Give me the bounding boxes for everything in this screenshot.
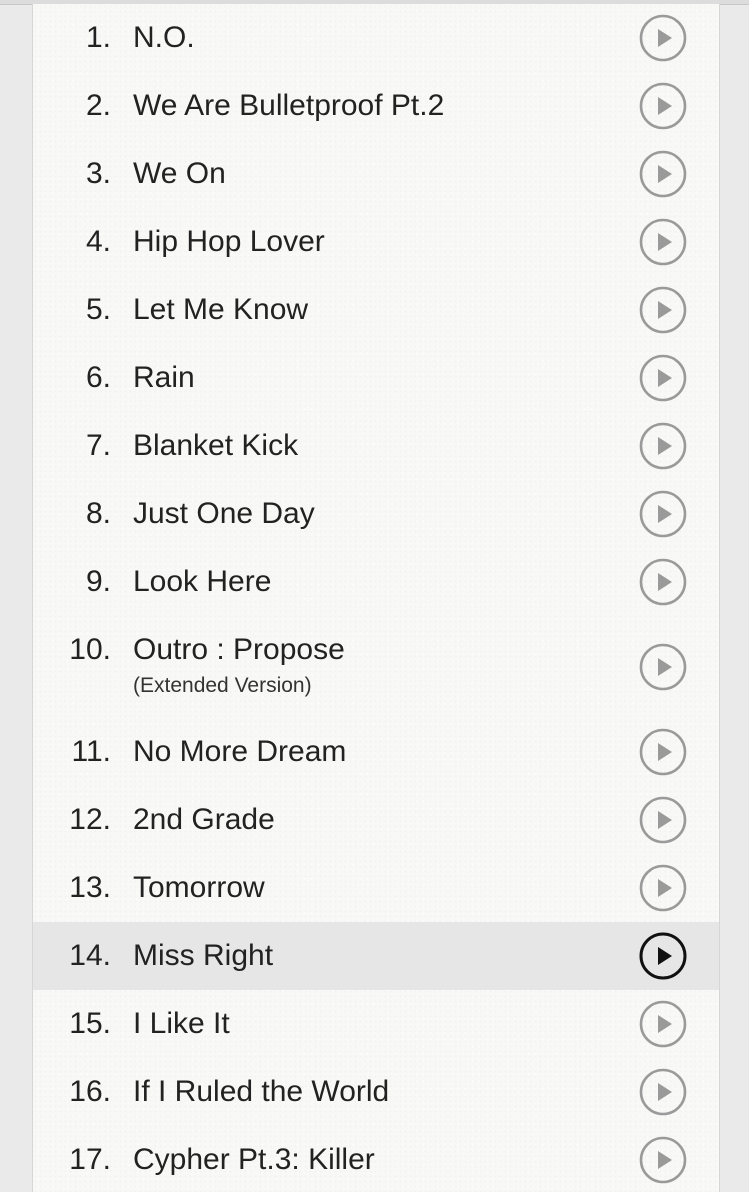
play-button[interactable] [639, 82, 687, 130]
track-row[interactable]: 11. No More Dream [33, 718, 719, 786]
play-button[interactable] [639, 558, 687, 606]
play-circle-icon [639, 643, 687, 691]
play-button[interactable] [639, 728, 687, 776]
track-number: 17. [69, 1143, 111, 1176]
play-button[interactable] [639, 286, 687, 334]
track-row[interactable]: 8. Just One Day [33, 480, 719, 548]
track-title: We On [133, 157, 226, 190]
play-button[interactable] [639, 643, 687, 691]
play-button[interactable] [639, 218, 687, 266]
play-circle-icon [639, 1136, 687, 1184]
track-title: Let Me Know [133, 293, 309, 326]
track-title: Miss Right [133, 939, 274, 972]
track-row[interactable]: 10. Outro : Propose (Extended Version) [33, 616, 719, 718]
track-number: 15. [69, 1007, 111, 1040]
play-button[interactable] [639, 490, 687, 538]
play-circle-icon [639, 218, 687, 266]
play-button[interactable] [639, 796, 687, 844]
play-circle-icon [639, 150, 687, 198]
play-button[interactable] [639, 1068, 687, 1116]
track-title: Hip Hop Lover [133, 225, 325, 258]
track-row[interactable]: 5. Let Me Know [33, 276, 719, 344]
track-row[interactable]: 9. Look Here [33, 548, 719, 616]
page: 1. N.O. 2. We Are Bulletproof Pt.2 3. We On 4.… [0, 0, 749, 1192]
track-title: I Like It [133, 1007, 230, 1040]
track-row[interactable]: 17. Cypher Pt.3: Killer [33, 1126, 719, 1192]
track-title: We Are Bulletproof Pt.2 [133, 89, 445, 122]
track-row[interactable]: 15. I Like It [33, 990, 719, 1058]
track-title: Rain [133, 361, 195, 394]
play-button[interactable] [639, 864, 687, 912]
play-button[interactable] [639, 354, 687, 402]
play-button[interactable] [639, 150, 687, 198]
track-row[interactable]: 13. Tomorrow [33, 854, 719, 922]
play-circle-icon [639, 14, 687, 62]
track-title: If I Ruled the World [133, 1075, 390, 1108]
play-button[interactable] [639, 14, 687, 62]
play-button[interactable] [639, 1136, 687, 1184]
track-title: Tomorrow [133, 871, 265, 904]
play-circle-icon [639, 354, 687, 402]
play-circle-icon [639, 1068, 687, 1116]
track-row[interactable]: 16. If I Ruled the World [33, 1058, 719, 1126]
track-title: Outro : Propose [133, 633, 345, 666]
play-circle-icon [639, 558, 687, 606]
track-number: 14. [69, 939, 111, 972]
track-number: 8. [85, 497, 111, 530]
track-number: 4. [85, 225, 111, 258]
play-circle-icon [639, 1000, 687, 1048]
track-number: 9. [85, 565, 111, 598]
play-circle-icon [639, 728, 687, 776]
play-button[interactable] [639, 1000, 687, 1048]
track-number: 11. [71, 735, 111, 768]
track-title: N.O. [133, 21, 195, 54]
track-row[interactable]: 14. Miss Right [33, 922, 719, 990]
track-title: Blanket Kick [133, 429, 299, 462]
track-subtitle: (Extended Version) [133, 674, 312, 697]
track-number: 12. [69, 803, 111, 836]
play-circle-icon [639, 286, 687, 334]
track-number: 10. [69, 633, 111, 666]
track-number: 5. [85, 293, 111, 326]
play-circle-icon [639, 796, 687, 844]
track-row[interactable]: 7. Blanket Kick [33, 412, 719, 480]
track-row[interactable]: 12. 2nd Grade [33, 786, 719, 854]
track-row[interactable]: 3. We On [33, 140, 719, 208]
track-number: 2. [85, 89, 111, 122]
play-button[interactable] [639, 932, 687, 980]
play-circle-icon [639, 932, 687, 980]
play-button[interactable] [639, 422, 687, 470]
track-number: 16. [69, 1075, 111, 1108]
tracklist: 1. N.O. 2. We Are Bulletproof Pt.2 3. We On 4.… [32, 4, 720, 1192]
track-row[interactable]: 6. Rain [33, 344, 719, 412]
track-number: 1. [85, 21, 111, 54]
track-title: Just One Day [133, 497, 315, 530]
track-number: 13. [69, 871, 111, 904]
track-title: Cypher Pt.3: Killer [133, 1143, 375, 1176]
play-circle-icon [639, 490, 687, 538]
track-title: Look Here [133, 565, 272, 598]
track-number: 7. [85, 429, 111, 462]
play-circle-icon [639, 422, 687, 470]
track-row[interactable]: 1. N.O. [33, 4, 719, 72]
track-row[interactable]: 4. Hip Hop Lover [33, 208, 719, 276]
track-title: 2nd Grade [133, 803, 275, 836]
track-title: No More Dream [133, 735, 347, 768]
play-circle-icon [639, 864, 687, 912]
play-circle-icon [639, 82, 687, 130]
track-number: 3. [85, 157, 111, 190]
track-number: 6. [85, 361, 111, 394]
track-row[interactable]: 2. We Are Bulletproof Pt.2 [33, 72, 719, 140]
